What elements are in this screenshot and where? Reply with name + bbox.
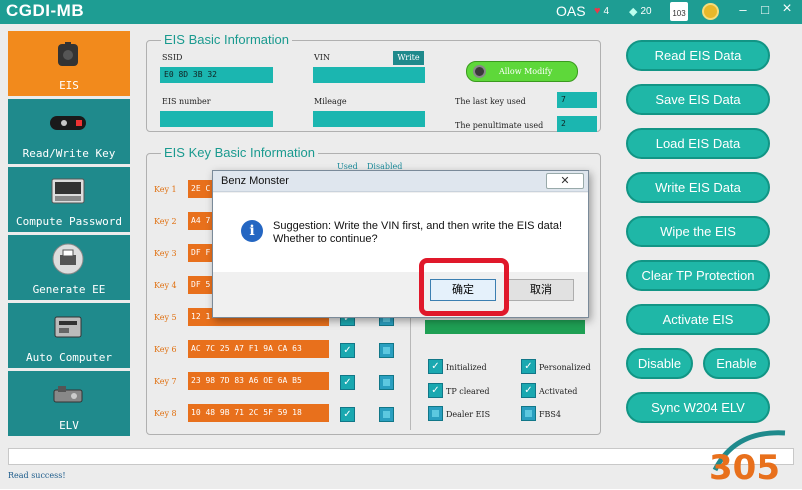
hearts-counter: ♥ 4 [594, 5, 610, 17]
medal-icon[interactable] [702, 3, 719, 20]
key-disabled-checkbox[interactable] [379, 375, 394, 390]
ok-button-highlight [419, 258, 509, 316]
key-disabled-checkbox[interactable] [379, 343, 394, 358]
car-key-icon [48, 107, 88, 139]
key-label: Key 6 [154, 345, 177, 354]
activate-eis-button[interactable]: Activate EIS [626, 304, 770, 335]
initialized-label: Initialized [446, 363, 487, 372]
toggle-knob-icon [473, 65, 486, 78]
title-bar: CGDI-MB OAS ♥ 4 ◆ 20 103 – □ × [0, 0, 802, 24]
key-label: Key 1 [154, 185, 177, 194]
sidebar-item-generate-ee[interactable]: Generate EE [8, 235, 130, 300]
gem-icon: ◆ [629, 6, 638, 18]
mileage-field[interactable] [313, 111, 425, 127]
tp-cleared-label: TP cleared [446, 387, 490, 396]
penultimate-field[interactable]: 2 [557, 116, 597, 132]
activated-checkbox[interactable]: ✓ [521, 383, 536, 398]
svg-text:305: 305 [709, 448, 780, 485]
vin-field[interactable] [313, 67, 425, 83]
calendar-icon[interactable]: 103 [670, 2, 688, 21]
dialog-body: i Suggestion: Write the VIN first, and t… [213, 193, 588, 272]
eis-key-title: EIS Key Basic Information [161, 145, 319, 160]
status-text: Read success! [8, 471, 66, 480]
info-icon: i [241, 220, 263, 242]
sidebar: EIS Read/Write Key Compute Password Gene… [8, 31, 130, 439]
keyboard-icon [48, 175, 88, 207]
penultimate-label: The penultimate used [455, 121, 544, 130]
printer-icon [48, 243, 88, 275]
last-key-field[interactable]: 7 [557, 92, 597, 108]
status-progress-bar [425, 320, 585, 334]
sidebar-item-compute-password[interactable]: Compute Password [8, 167, 130, 232]
eis-basic-title: EIS Basic Information [161, 32, 292, 47]
activated-label: Activated [539, 387, 578, 396]
wipe-eis-button[interactable]: Wipe the EIS [626, 216, 770, 247]
sidebar-item-read-write-key[interactable]: Read/Write Key [8, 99, 130, 164]
key-disabled-checkbox[interactable] [379, 407, 394, 422]
vin-label: VIN [314, 53, 330, 62]
fbs4-label: FBS4 [539, 410, 561, 419]
app-title: CGDI-MB [6, 1, 85, 20]
confirm-dialog: Benz Monster ✕ i Suggestion: Write the V… [212, 170, 589, 318]
dealer-eis-label: Dealer EIS [446, 410, 491, 419]
key-label: Key 4 [154, 281, 177, 290]
sync-w204-elv-button[interactable]: Sync W204 ELV [626, 392, 770, 423]
key-label: Key 5 [154, 313, 177, 322]
sidebar-item-eis[interactable]: EIS [8, 31, 130, 96]
disable-button[interactable]: Disable [626, 348, 693, 379]
tp-cleared-checkbox[interactable]: ✓ [428, 383, 443, 398]
key-label: Key 7 [154, 377, 177, 386]
enable-button[interactable]: Enable [703, 348, 770, 379]
dealer-eis-checkbox[interactable] [428, 406, 443, 421]
key-used-checkbox[interactable]: ✓ [340, 343, 355, 358]
key-used-checkbox[interactable]: ✓ [340, 375, 355, 390]
dialog-title: Benz Monster [213, 171, 588, 192]
maximize-button[interactable]: □ [757, 2, 773, 17]
last-key-label: The last key used [455, 97, 526, 106]
write-eis-data-button[interactable]: Write EIS Data [626, 172, 770, 203]
key-used-checkbox[interactable]: ✓ [340, 407, 355, 422]
eis-number-label: EIS number [162, 97, 211, 106]
dialog-message: Suggestion: Write the VIN first, and the… [273, 220, 563, 245]
eis-module-icon [48, 39, 88, 71]
divider [410, 310, 411, 430]
personalized-checkbox[interactable]: ✓ [521, 359, 536, 374]
key-label: Key 2 [154, 217, 177, 226]
ecu-icon [48, 311, 88, 343]
allow-modify-toggle[interactable]: Allow Modify [466, 61, 578, 82]
progress-bar [8, 448, 794, 465]
brand-logo: 305 [705, 425, 797, 488]
minimize-button[interactable]: – [735, 2, 751, 17]
key-label: Key 3 [154, 249, 177, 258]
eis-number-field[interactable] [160, 111, 273, 127]
fbs4-checkbox[interactable] [521, 406, 536, 421]
read-eis-data-button[interactable]: Read EIS Data [626, 40, 770, 71]
key-value-field[interactable]: AC 7C 25 A7 F1 9A CA 63 [188, 340, 329, 358]
dialog-close-button[interactable]: ✕ [546, 173, 584, 189]
sidebar-item-elv[interactable]: ELV [8, 371, 130, 436]
oas-label: OAS [556, 3, 586, 19]
personalized-label: Personalized [539, 363, 591, 372]
elv-icon [48, 379, 88, 411]
save-eis-data-button[interactable]: Save EIS Data [626, 84, 770, 115]
clear-tp-protection-button[interactable]: Clear TP Protection [626, 260, 770, 291]
initialized-checkbox[interactable]: ✓ [428, 359, 443, 374]
load-eis-data-button[interactable]: Load EIS Data [626, 128, 770, 159]
ssid-label: SSID [162, 53, 183, 62]
sidebar-item-auto-computer[interactable]: Auto Computer [8, 303, 130, 368]
key-value-field[interactable]: 10 48 9B 71 2C 5F 59 18 [188, 404, 329, 422]
mileage-label: Mileage [314, 97, 347, 106]
write-vin-button[interactable]: Write [393, 51, 424, 65]
heart-icon: ♥ [594, 5, 601, 17]
key-value-field[interactable]: 23 98 7D 83 A6 OE 6A B5 [188, 372, 329, 390]
cancel-button[interactable]: 取消 [508, 279, 574, 301]
gems-counter: ◆ 20 [629, 6, 652, 18]
ssid-field[interactable]: E0 8D 3B 32 [160, 67, 273, 83]
close-button[interactable]: × [779, 0, 795, 18]
key-label: Key 8 [154, 409, 177, 418]
